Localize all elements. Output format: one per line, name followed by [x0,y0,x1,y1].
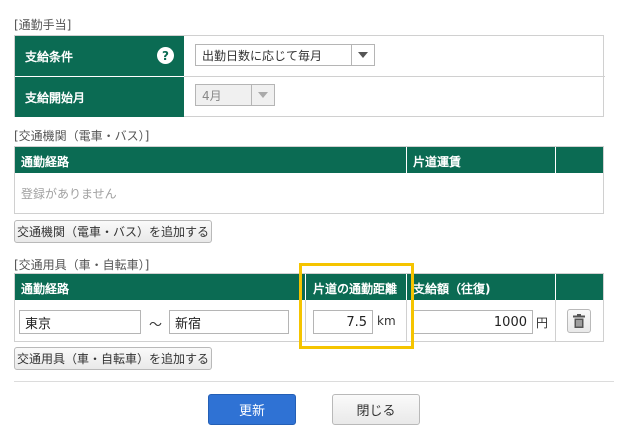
commute-table: 支給条件 ? 支給開始月 出勤日数に応じて毎月 4月 [14,35,605,117]
condition-label: 支給条件 [25,49,74,64]
delete-button[interactable] [567,309,591,333]
add-transit-label: 交通機関（電車・バス）を追加する [16,225,209,239]
chevron-down-icon [251,85,274,105]
footer-divider [14,381,614,382]
amount-value: 1000 [493,314,527,330]
route-tilde: ～ [149,318,163,333]
condition-select-value: 出勤日数に応じて毎月 [202,48,323,63]
condition-select[interactable]: 出勤日数に応じて毎月 [195,44,375,66]
start-month-select[interactable]: 4月 [195,84,275,106]
add-transit-button[interactable]: 交通機関（電車・バス）を追加する [14,220,212,243]
start-month-select-value: 4月 [202,88,222,103]
start-month-header: 支給開始月 [15,77,184,117]
route-from-value: 東京 [25,316,52,332]
transit-section-label: [交通機関（電車・バス）] [14,129,150,143]
route-from-input[interactable]: 東京 [19,310,141,334]
vehicle-col-route: 通勤経路 [21,282,70,296]
chevron-down-icon [351,45,374,65]
vehicle-section-label: [交通用具（車・自転車）] [14,258,150,272]
transit-col-fare: 片道運賃 [413,155,462,169]
vehicle-col-amount: 支給額（往復) [413,282,491,296]
update-button[interactable]: 更新 [208,394,296,425]
transit-col-route: 通勤経路 [21,155,70,169]
transit-header-row: 通勤経路 片道運賃 [15,147,603,173]
distance-highlight-frame [299,263,414,349]
help-icon[interactable]: ? [157,47,174,64]
start-month-label: 支給開始月 [25,90,86,105]
update-button-label: 更新 [238,404,265,419]
add-vehicle-button[interactable]: 交通用具（車・自転車）を追加する [14,347,212,370]
transit-table: 通勤経路 片道運賃 登録がありません [14,146,604,214]
add-vehicle-label: 交通用具（車・自転車）を追加する [16,352,209,366]
amount-input[interactable]: 1000 [411,310,533,334]
transit-empty-text: 登録がありません [21,187,117,201]
commute-section-label: [通勤手当] [14,18,72,32]
route-to-input[interactable]: 新宿 [169,310,289,334]
route-to-value: 新宿 [175,316,202,332]
trash-icon [573,314,585,328]
amount-unit: 円 [536,316,549,330]
close-button[interactable]: 閉じる [332,394,420,425]
close-button-label: 閉じる [356,404,396,419]
